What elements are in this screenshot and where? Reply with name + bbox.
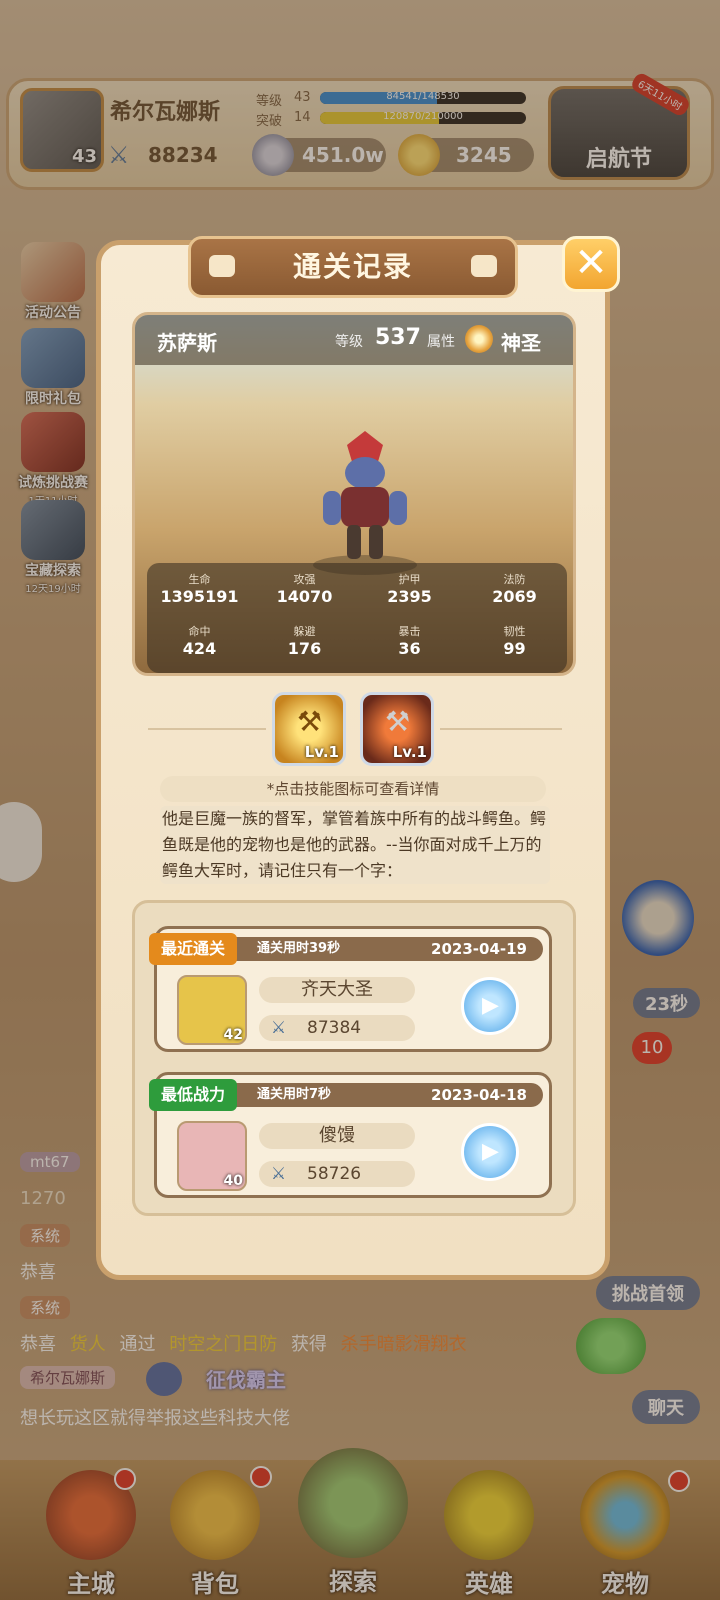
hero-character-image [295, 425, 435, 575]
skill-level: Lv.1 [392, 743, 427, 761]
skill-hint: *点击技能图标可查看详情 [160, 776, 546, 802]
record-player-name: 齐天大圣 [259, 977, 415, 1003]
stat-hp: 生命 1395191 [147, 571, 252, 606]
stat-dodge: 躲避 176 [252, 623, 357, 658]
stat-value: 176 [287, 639, 322, 658]
skill-level: Lv.1 [304, 743, 339, 761]
stat-value: 424 [182, 639, 217, 658]
stat-armor: 护甲 2395 [357, 571, 462, 606]
record-time: 通关用时39秒 [257, 941, 341, 956]
stat-label: 暴击 [398, 625, 421, 638]
stat-magic-def: 法防 2069 [462, 571, 567, 606]
sword-icon: ⚔ [271, 1164, 287, 1184]
play-icon: ▶ [482, 1139, 499, 1164]
hero-attr-label: 属性 [427, 334, 455, 350]
stone-hammer-skill-icon: ⚒ [385, 705, 411, 738]
play-icon: ▶ [482, 993, 499, 1018]
record-player-level: 40 [223, 1173, 243, 1189]
stat-label: 韧性 [503, 625, 526, 638]
record-lowest-power: 最低战力 通关用时7秒 2023-04-18 40 傻馒 ⚔ 58726 ▶ [149, 1072, 552, 1198]
stat-value: 2395 [387, 587, 432, 606]
hero-header: 苏萨斯 等级 537 属性 神圣 [135, 315, 573, 365]
stat-value: 14070 [276, 587, 333, 606]
hero-attr-value: 神圣 [501, 331, 541, 355]
hero-panel: 苏萨斯 等级 537 属性 神圣 生命 1395191 攻强 14070 护甲 239… [132, 312, 576, 676]
stat-value: 36 [398, 639, 421, 658]
stat-label: 攻强 [293, 573, 316, 586]
skill-slot-2[interactable]: ⚒ Lv.1 [360, 692, 434, 766]
hero-level-value: 537 [375, 325, 421, 350]
record-player-name: 傻馒 [259, 1123, 415, 1149]
golden-hammer-skill-icon: ⚒ [297, 705, 323, 738]
stat-label: 护甲 [398, 573, 421, 586]
divider-right [440, 728, 562, 730]
stat-hit: 命中 424 [147, 623, 252, 658]
record-power: ⚔ 58726 [259, 1161, 415, 1187]
close-button[interactable]: ✕ [562, 236, 620, 292]
stat-value: 1395191 [160, 587, 239, 606]
replay-button[interactable]: ▶ [461, 1123, 519, 1181]
holy-attribute-icon [465, 325, 493, 353]
skill-slot-1[interactable]: ⚒ Lv.1 [272, 692, 346, 766]
hero-description: 他是巨魔一族的督军，掌管着族中所有的战斗鳄鱼。鳄鱼既是他的宠物也是他的武器。--… [160, 806, 550, 884]
record-power-value: 58726 [307, 1164, 362, 1184]
stat-attack: 攻强 14070 [252, 571, 357, 606]
modal-title: 通关记录 [292, 250, 413, 283]
hero-level-label: 等级 [335, 334, 363, 350]
record-player-avatar[interactable]: 40 [177, 1121, 247, 1191]
record-tag: 最近通关 [149, 933, 238, 965]
title-ornament-right-icon [471, 255, 497, 277]
stat-label: 生命 [188, 573, 211, 586]
stat-value: 99 [503, 639, 526, 658]
stat-toughness: 韧性 99 [462, 623, 567, 658]
stat-label: 命中 [188, 625, 211, 638]
record-power: ⚔ 87384 [259, 1015, 415, 1041]
hero-name: 苏萨斯 [157, 331, 217, 355]
record-tag: 最低战力 [149, 1079, 238, 1111]
replay-button[interactable]: ▶ [461, 977, 519, 1035]
close-icon: ✕ [574, 240, 608, 286]
record-recent: 最近通关 通关用时39秒 2023-04-19 42 齐天大圣 ⚔ 87384 … [149, 926, 552, 1052]
modal-title-bar: 通关记录 [188, 236, 518, 298]
record-time: 通关用时7秒 [257, 1087, 332, 1102]
stat-label: 法防 [503, 573, 526, 586]
stat-crit: 暴击 36 [357, 623, 462, 658]
record-power-value: 87384 [307, 1018, 362, 1038]
stat-value: 2069 [492, 587, 537, 606]
record-player-level: 42 [223, 1027, 243, 1043]
hero-stats-grid: 生命 1395191 攻强 14070 护甲 2395 法防 2069 命中 424 躲避… [147, 563, 567, 673]
stat-label: 躲避 [293, 625, 316, 638]
divider-left [148, 728, 266, 730]
record-player-avatar[interactable]: 42 [177, 975, 247, 1045]
sword-icon: ⚔ [271, 1018, 287, 1038]
record-date: 2023-04-19 [431, 940, 527, 958]
record-date: 2023-04-18 [431, 1086, 527, 1104]
